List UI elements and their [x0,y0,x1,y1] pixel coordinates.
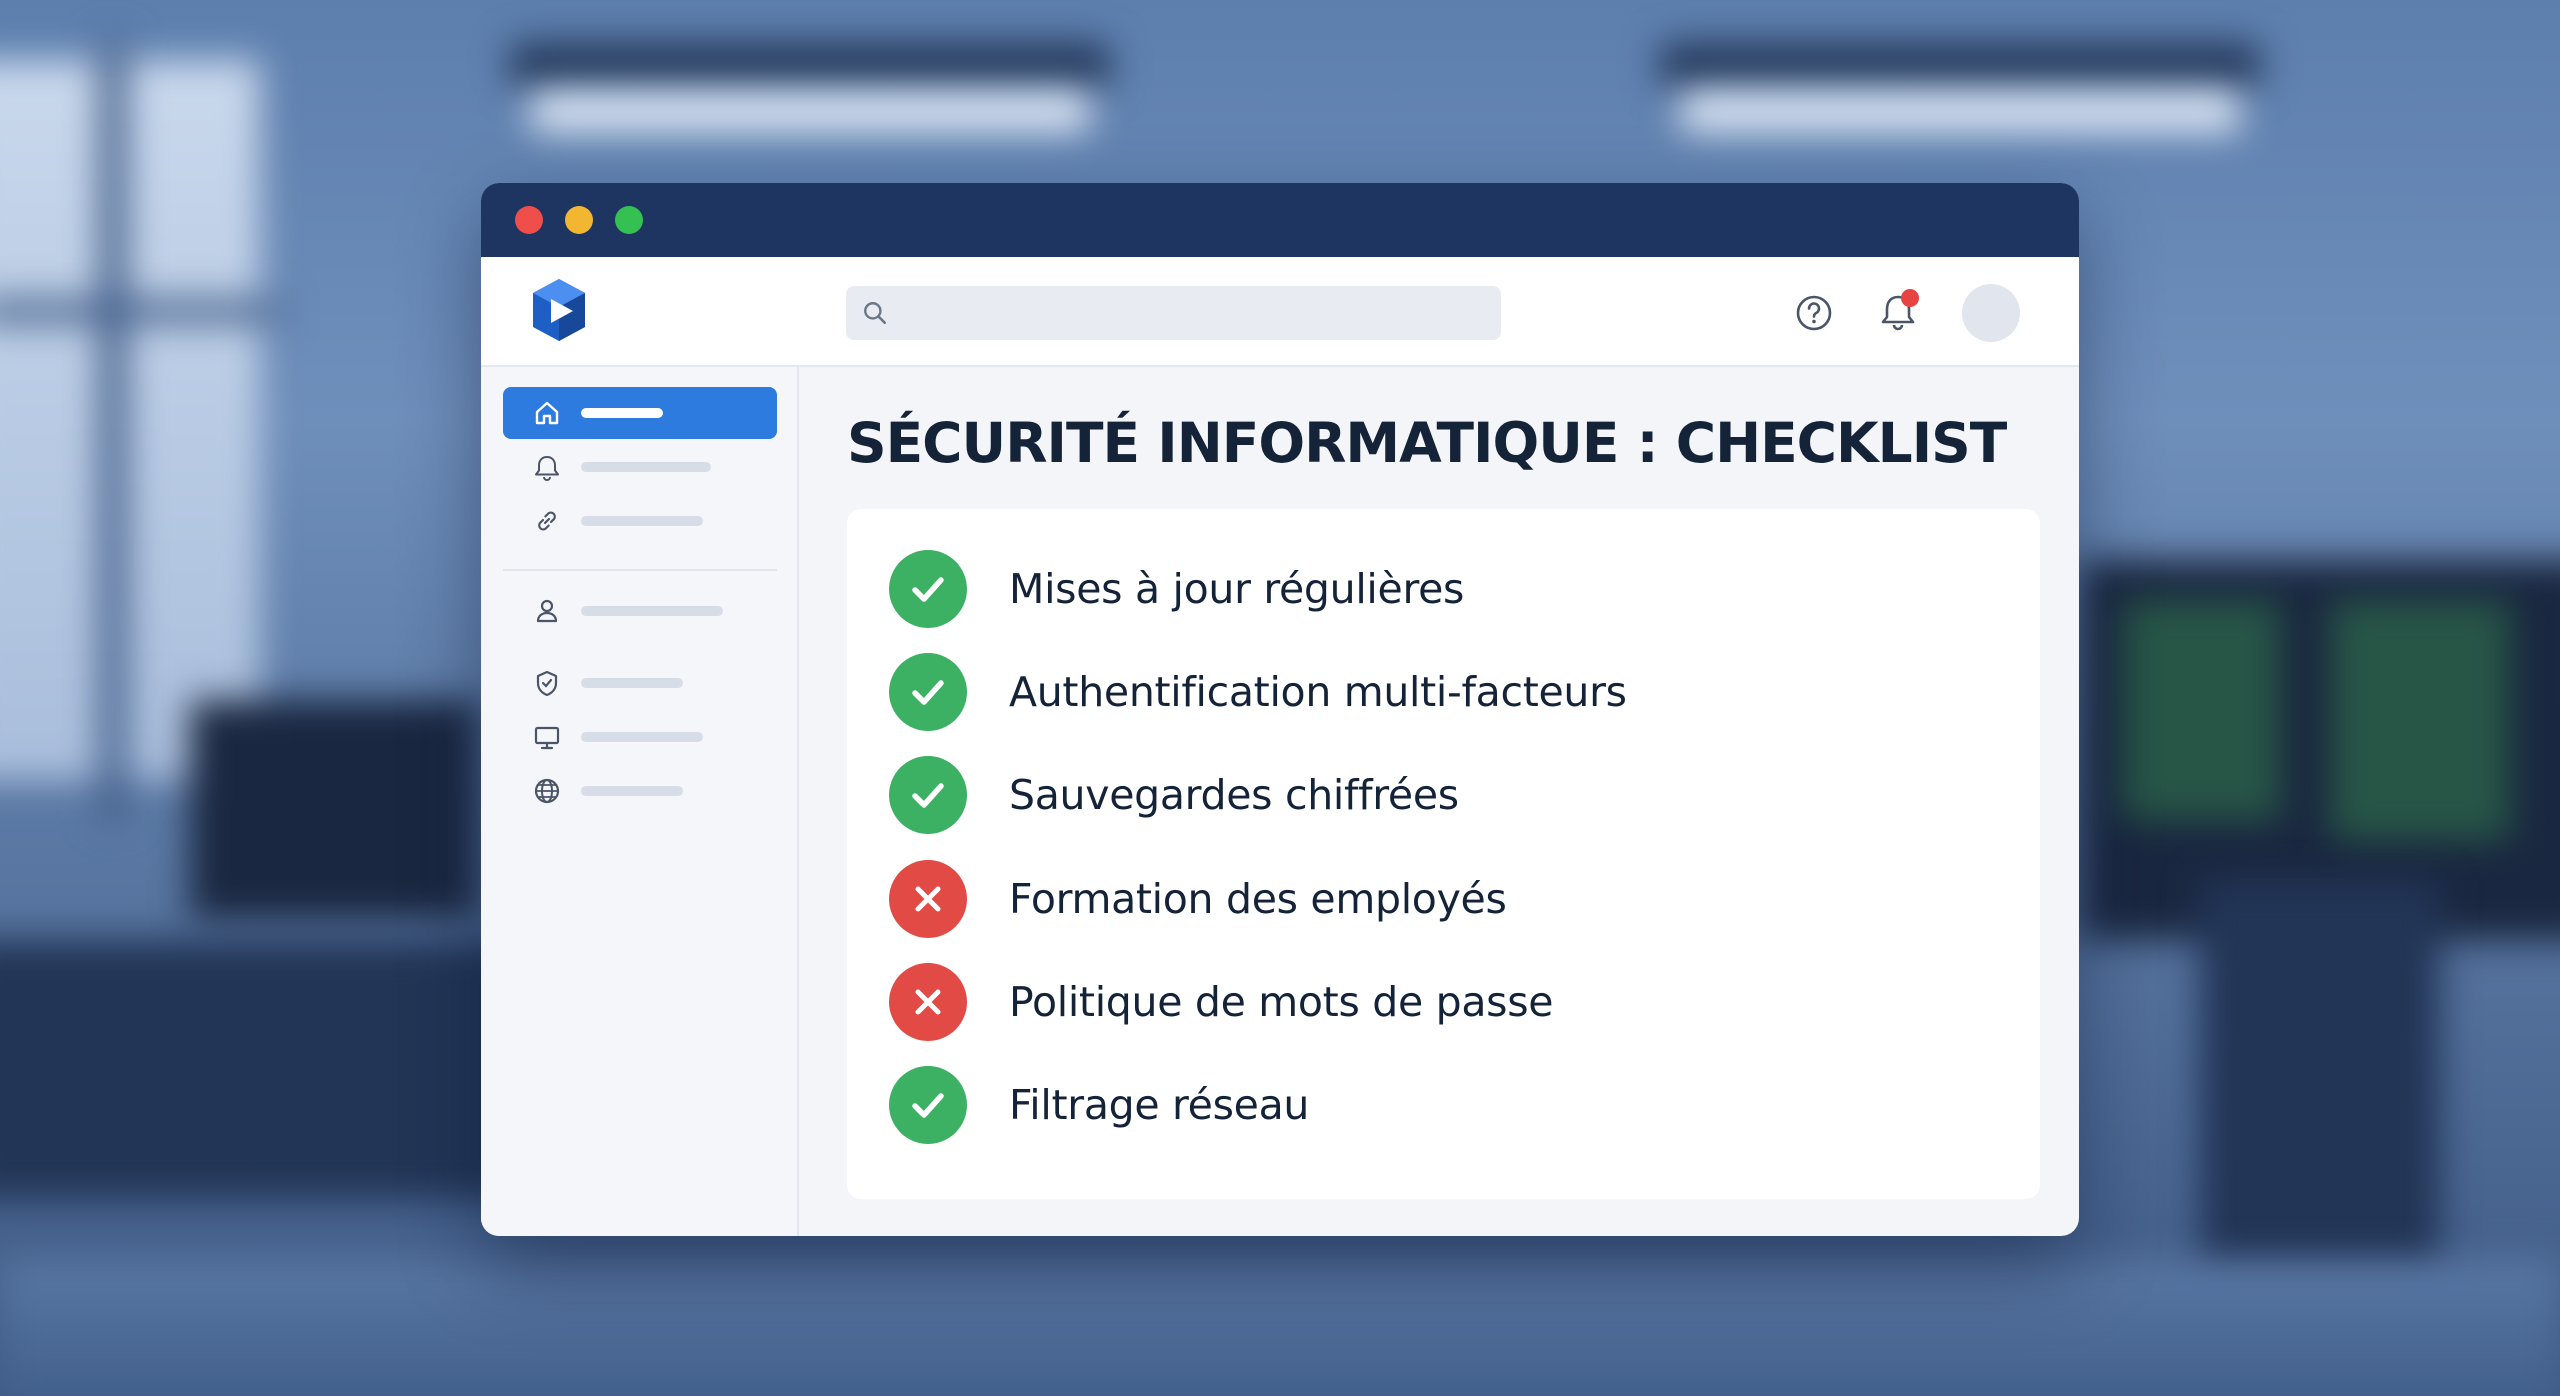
page-title: SÉCURITÉ INFORMATIQUE : CHECKLIST [847,411,2007,475]
minimize-window-button[interactable] [565,206,593,234]
checklist-item-label: Mises à jour régulières [1009,565,1465,613]
cross-icon [889,860,967,938]
close-window-button[interactable] [515,206,543,234]
monitor-icon [534,726,560,750]
maximize-window-button[interactable] [615,206,643,234]
sidebar-divider [503,569,777,571]
sidebar-item-label-placeholder [581,516,703,526]
search-input[interactable] [898,286,1501,340]
title-bar [481,183,2079,257]
globe-icon [534,778,560,804]
sidebar-item-label-placeholder [581,678,683,688]
checklist-item: Sauvegardes chiffrées [889,755,1459,835]
help-circle-icon[interactable] [1794,293,1834,333]
sidebar-item-label-placeholder [581,732,703,742]
sidebar-item-network[interactable] [503,765,777,817]
checklist-item: Formation des employés [889,859,1507,939]
check-icon [889,756,967,834]
check-icon [889,1066,967,1144]
search-bar[interactable] [846,286,1501,340]
checklist-item-label: Sauvegardes chiffrées [1009,771,1459,819]
sidebar-item-label-placeholder [581,408,663,418]
checklist-item-label: Authentification multi-facteurs [1009,668,1627,716]
sidebar-item-user[interactable] [503,585,777,637]
checklist-item: Politique de mots de passe [889,962,1554,1042]
checklist-item-label: Formation des employés [1009,875,1507,923]
sidebar-item-label-placeholder [581,786,683,796]
sidebar-item-devices[interactable] [503,711,777,763]
notifications-button[interactable] [1875,289,1921,335]
sidebar-item-security[interactable] [503,657,777,709]
checklist-item: Filtrage réseau [889,1065,1309,1145]
app-window: SÉCURITÉ INFORMATIQUE : CHECKLIST Mises … [481,183,2079,1236]
sidebar-item-label-placeholder [581,606,723,616]
checklist-item: Authentification multi-facteurs [889,652,1627,732]
avatar[interactable] [1962,284,2020,342]
checklist-item-label: Filtrage réseau [1009,1081,1310,1129]
home-icon [535,401,559,425]
main-content: SÉCURITÉ INFORMATIQUE : CHECKLIST Mises … [799,367,2079,1236]
user-icon [536,599,558,623]
checklist-item: Mises à jour régulières [889,549,1464,629]
sidebar [481,367,799,1236]
checklist-card: Mises à jour régulières Authentification… [847,509,2040,1199]
sidebar-item-notifications[interactable] [503,441,777,493]
check-icon [889,653,967,731]
link-icon [538,511,556,531]
top-bar [481,257,2079,367]
sidebar-item-label-placeholder [581,462,711,472]
search-icon [864,302,887,325]
notification-badge [1901,289,1919,307]
cross-icon [889,963,967,1041]
checklist-item-label: Politique de mots de passe [1009,978,1554,1026]
check-icon [889,550,967,628]
sidebar-item-home[interactable] [503,387,777,439]
sidebar-item-links[interactable] [503,495,777,547]
bell-icon [535,456,559,481]
shield-play-logo-icon[interactable] [529,277,589,343]
shield-icon [536,670,558,697]
